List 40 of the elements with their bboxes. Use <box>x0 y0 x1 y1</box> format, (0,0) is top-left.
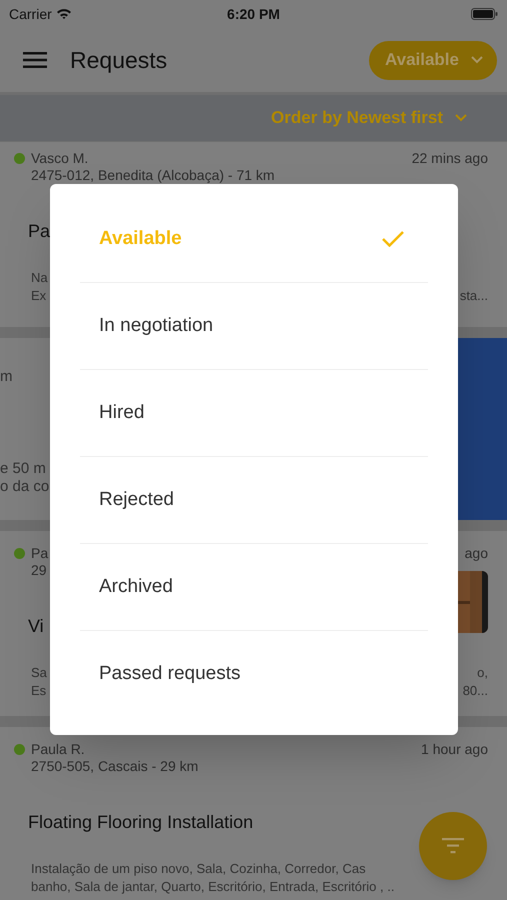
status-option[interactable]: Rejected <box>80 457 428 543</box>
filter-icon <box>442 838 464 854</box>
request-title: Pa <box>28 220 50 242</box>
card-text: o da co <box>0 478 50 496</box>
card-text: m <box>0 368 14 386</box>
client-name: Paula R. <box>31 741 85 758</box>
chevron-down-icon <box>471 56 483 64</box>
chevron-down-icon <box>455 114 467 122</box>
client-address: 2475-012, Benedita (Alcobaça) - 71 km <box>31 167 275 184</box>
clock: 6:20 PM <box>227 4 280 24</box>
request-card[interactable] <box>0 727 507 900</box>
status-option[interactable]: Archived <box>80 544 428 630</box>
checkmark-icon <box>382 231 404 247</box>
request-description: sta... <box>460 287 488 305</box>
request-description: Na <box>31 269 48 287</box>
request-title: Vi <box>28 614 44 638</box>
status-option[interactable]: Passed requests <box>80 631 428 717</box>
battery-icon <box>470 8 498 20</box>
request-description: o, <box>477 664 488 682</box>
request-description: Es <box>31 682 46 700</box>
page-title: Requests <box>70 46 168 75</box>
request-description: 80... <box>462 682 488 700</box>
request-description: banho, Sala de jantar, Quarto, Escritório, Entrada, Escritório , .. <box>31 878 394 896</box>
menu-icon[interactable] <box>23 51 47 69</box>
request-description: Ex <box>31 287 46 305</box>
client-address: 2750-505, Cascais - 29 km <box>31 758 198 775</box>
wifi-icon <box>56 8 72 20</box>
carrier-label: Carrier <box>9 4 52 24</box>
time-ago: 1 hour ago <box>421 741 488 758</box>
time-ago: 22 mins ago <box>412 150 488 167</box>
client-name: Vasco M. <box>31 150 88 167</box>
time-ago: ago <box>464 545 488 562</box>
status-option[interactable]: Hired <box>80 370 428 456</box>
client-address: 29 <box>31 562 47 579</box>
status-option[interactable]: In negotiation <box>80 283 428 369</box>
request-description: Instalação de um piso novo, Sala, Cozinha, Corredor, Cas <box>31 860 366 878</box>
client-name: Pa <box>31 545 48 562</box>
request-title: Floating Flooring Installation <box>28 810 254 834</box>
card-text: e 50 m <box>0 460 47 478</box>
request-description: Sa <box>31 664 47 682</box>
